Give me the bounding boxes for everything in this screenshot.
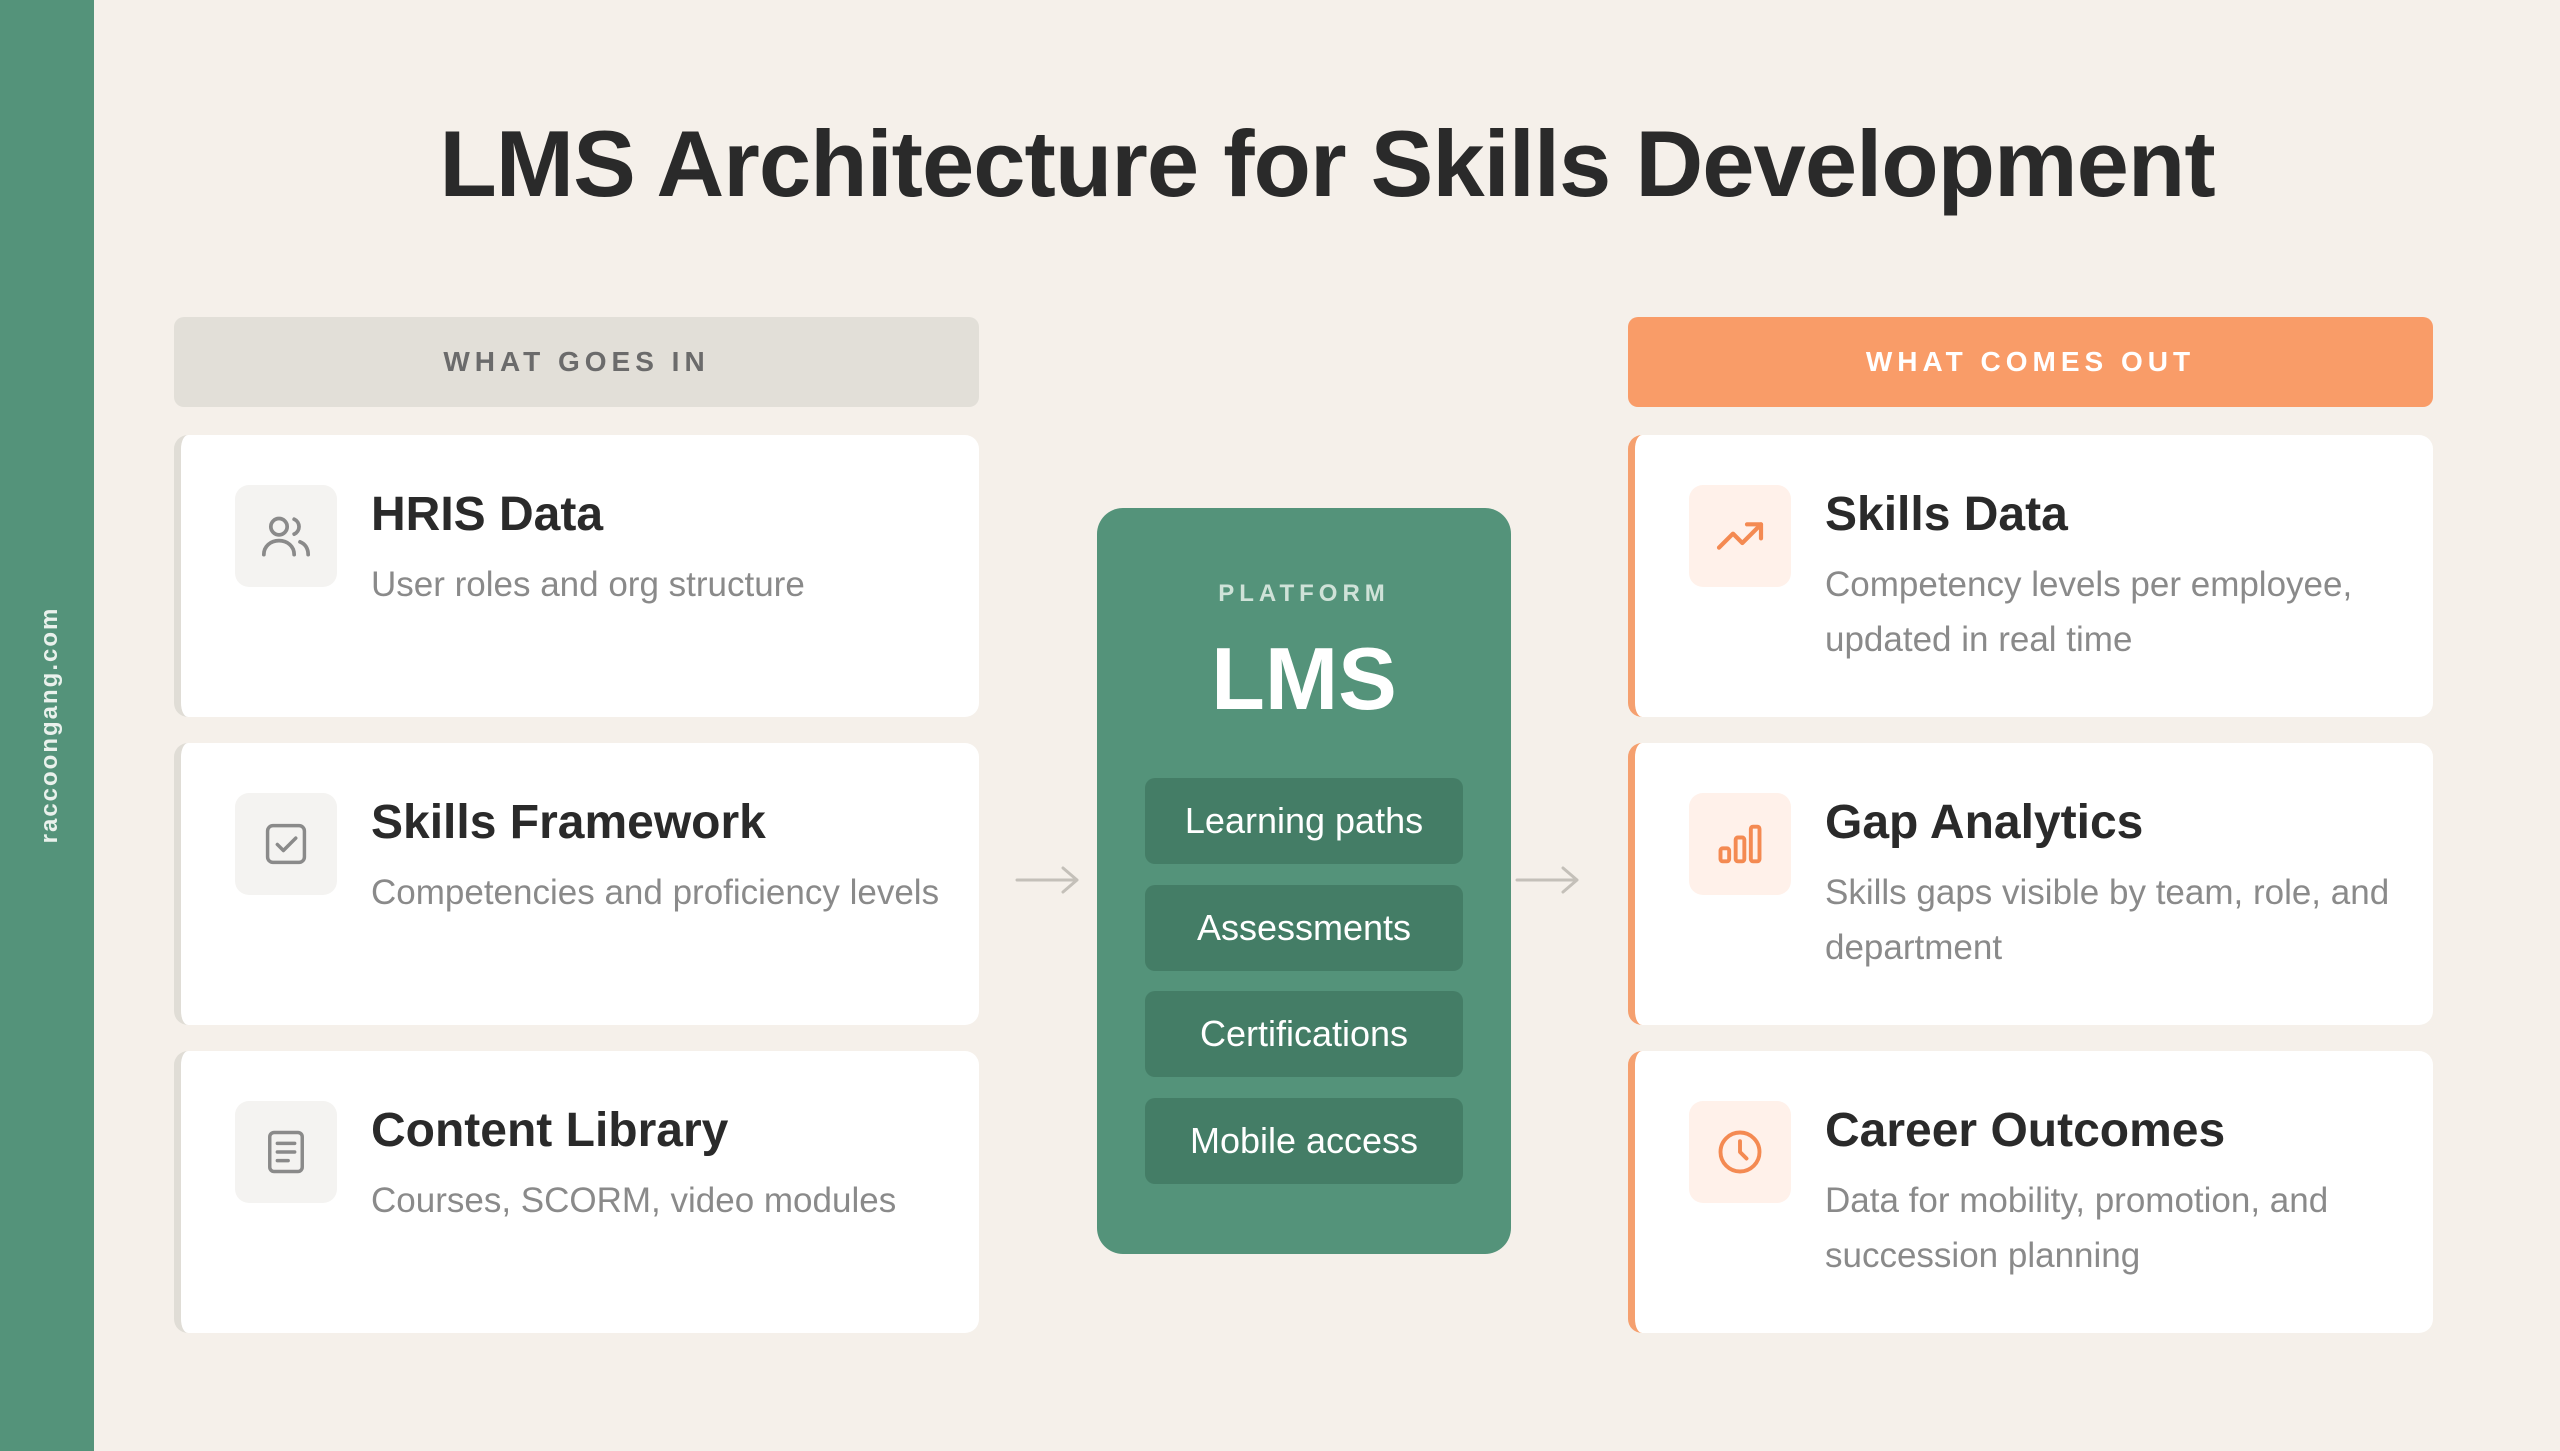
- feature-assessments: Assessments: [1145, 885, 1463, 971]
- card-title: HRIS Data: [371, 488, 604, 541]
- card-desc: User roles and org structure: [371, 565, 805, 604]
- card-desc: Courses, SCORM, video modules: [371, 1181, 897, 1220]
- card-desc: Data for mobility, promotion, and succes…: [1825, 1181, 2329, 1275]
- checkbox-icon: [235, 793, 337, 895]
- feature-certifications: Certifications: [1145, 991, 1463, 1077]
- feature-learning-paths: Learning paths: [1145, 778, 1463, 864]
- clock-icon: [1689, 1101, 1791, 1203]
- site-url: raccoongang.com: [36, 606, 63, 844]
- users-icon: [235, 485, 337, 587]
- card-desc: Skills gaps visible by team, role, and d…: [1825, 873, 2390, 967]
- feature-mobile-access: Mobile access: [1145, 1098, 1463, 1184]
- outputs-header: WHAT COMES OUT: [1628, 317, 2433, 407]
- card-title: Career Outcomes: [1825, 1104, 2226, 1157]
- output-card-career-outcomes: Career Outcomes Data for mobility, promo…: [1628, 1051, 2433, 1333]
- card-title: Gap Analytics: [1825, 796, 2144, 849]
- card-title: Content Library: [371, 1104, 729, 1157]
- card-desc: Competencies and proficiency levels: [371, 873, 940, 912]
- inputs-header: WHAT GOES IN: [174, 317, 979, 407]
- input-card-skills-framework: Skills Framework Competencies and profic…: [174, 743, 979, 1025]
- card-title: Skills Framework: [371, 796, 766, 849]
- page-title: LMS Architecture for Skills Development: [439, 111, 2215, 216]
- input-card-hris: HRIS Data User roles and org structure: [174, 435, 979, 717]
- output-card-skills-data: Skills Data Competency levels per employ…: [1628, 435, 2433, 717]
- arrow-right-icon: [1015, 866, 1079, 894]
- platform-box: PLATFORM LMS Learning paths Assessments …: [1097, 508, 1511, 1254]
- document-icon: [235, 1101, 337, 1203]
- input-card-content-library: Content Library Courses, SCORM, video mo…: [174, 1051, 979, 1333]
- platform-name: LMS: [1211, 629, 1397, 728]
- card-title: Skills Data: [1825, 488, 2068, 541]
- platform-eyebrow: PLATFORM: [1218, 580, 1390, 607]
- card-desc: Competency levels per employee, updated …: [1825, 565, 2353, 659]
- bar-chart-icon: [1689, 793, 1791, 895]
- output-card-gap-analytics: Gap Analytics Skills gaps visible by tea…: [1628, 743, 2433, 1025]
- trend-up-icon: [1689, 485, 1791, 587]
- arrow-right-icon: [1515, 866, 1579, 894]
